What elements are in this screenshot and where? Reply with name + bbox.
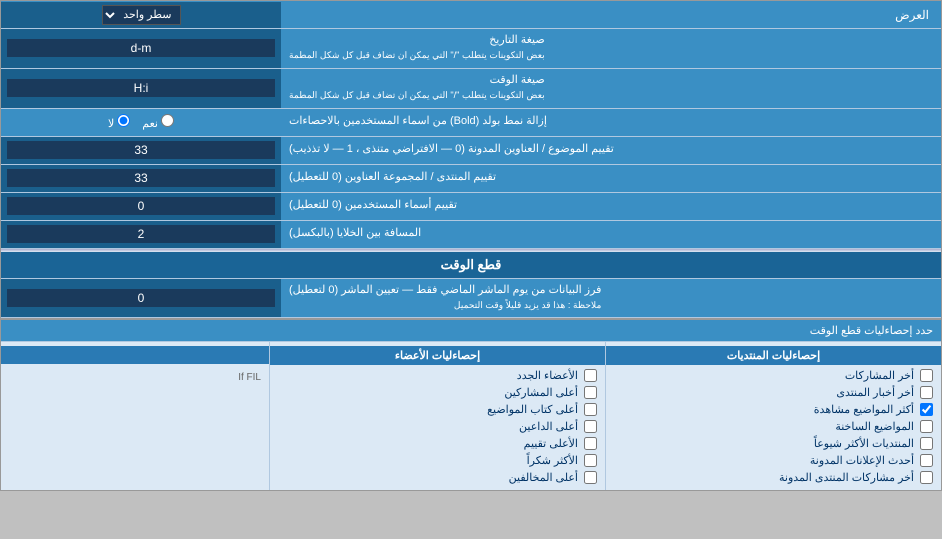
checkbox-top-inviters[interactable] xyxy=(584,420,597,433)
display-mode-row: العرض سطر واحد سطرين مضغوط xyxy=(1,1,941,29)
date-format-row: صيغة التاريخبعض التكوينات يتطلب "/" التي… xyxy=(1,29,941,69)
display-mode-input-cell: سطر واحد سطرين مضغوط xyxy=(1,2,281,28)
list-item: الأعضاء الجدد xyxy=(270,367,605,384)
date-format-label: صيغة التاريخبعض التكوينات يتطلب "/" التي… xyxy=(281,29,941,68)
main-container: العرض سطر واحد سطرين مضغوط صيغة التاريخب… xyxy=(0,0,942,491)
time-cut-input-cell: 0 xyxy=(1,279,281,318)
bottom-text-note: If FIL xyxy=(1,366,269,389)
bold-yes-radio[interactable] xyxy=(161,114,174,127)
bold-no-radio[interactable] xyxy=(117,114,130,127)
sort-forums-input-cell: 33 xyxy=(1,165,281,192)
gap-label: المسافة بين الخلايا (بالبكسل) xyxy=(281,221,941,248)
date-format-input[interactable]: d-m xyxy=(7,39,275,57)
stats-col-members: إحصاءليات الأعضاء الأعضاء الجدد أعلى الم… xyxy=(269,342,605,490)
checkbox-most-viewed[interactable] xyxy=(920,403,933,416)
checkbox-top-rated[interactable] xyxy=(584,437,597,450)
stats-columns: إحصاءليات المنتديات أخر المشاركات أخر أخ… xyxy=(1,342,941,490)
checkbox-top-posters[interactable] xyxy=(584,386,597,399)
sort-topics-row: تقييم الموضوع / العناوين المدونة (0 — ال… xyxy=(1,137,941,165)
sort-topics-input-cell: 33 xyxy=(1,137,281,164)
list-item: أعلى المشاركين xyxy=(270,384,605,401)
sort-users-input-cell: 0 xyxy=(1,193,281,220)
list-item: أعلى كتاب المواضيع xyxy=(270,401,605,418)
list-item: أعلى الداعين xyxy=(270,418,605,435)
gap-input[interactable]: 2 xyxy=(7,225,275,243)
checkbox-last-news[interactable] xyxy=(920,386,933,399)
checkbox-new-members[interactable] xyxy=(584,369,597,382)
bold-row: إزالة نمط بولد (Bold) من اسماء المستخدمي… xyxy=(1,109,941,137)
stats-col-empty: If FIL xyxy=(1,342,269,490)
bold-no-label[interactable]: لا xyxy=(108,114,130,130)
time-format-input[interactable]: H:i xyxy=(7,79,275,97)
list-item: أكثر المواضيع مشاهدة xyxy=(606,401,941,418)
time-cut-input[interactable]: 0 xyxy=(7,289,275,307)
time-cut-label: فرز البيانات من يوم الماشر الماضي فقط — … xyxy=(281,279,941,318)
time-cut-row: فرز البيانات من يوم الماشر الماضي فقط — … xyxy=(1,279,941,319)
list-item: أخر أخبار المنتدى xyxy=(606,384,941,401)
sort-forums-label: تقييم المنتدى / المجموعة العناوين (0 للت… xyxy=(281,165,941,192)
stats-section: حدد إحصاءليات قطع الوقت إحصاءليات المنتد… xyxy=(1,318,941,490)
stats-header: حدد إحصاءليات قطع الوقت xyxy=(1,320,941,342)
list-item: المنتديات الأكثر شيوعاً xyxy=(606,435,941,452)
checkbox-last-posts[interactable] xyxy=(920,369,933,382)
sort-forums-input[interactable]: 33 xyxy=(7,169,275,187)
checkbox-popular-forums[interactable] xyxy=(920,437,933,450)
checkbox-top-violators[interactable] xyxy=(584,471,597,484)
bold-radio-cell: نعم لا xyxy=(1,109,281,136)
list-item: أخر المشاركات xyxy=(606,367,941,384)
list-item: الأكثر شكراً xyxy=(270,452,605,469)
checkbox-last-forum-posts[interactable] xyxy=(920,471,933,484)
time-format-input-cell: H:i xyxy=(1,69,281,108)
list-item: أحدث الإعلانات المدونة xyxy=(606,452,941,469)
time-format-row: صيغة الوقتبعض التكوينات يتطلب "/" التي ي… xyxy=(1,69,941,109)
gap-input-cell: 2 xyxy=(1,221,281,248)
display-mode-label: العرض xyxy=(281,4,941,26)
list-item: أخر مشاركات المنتدى المدونة xyxy=(606,469,941,486)
gap-row: المسافة بين الخلايا (بالبكسل) 2 xyxy=(1,221,941,249)
sort-users-input[interactable]: 0 xyxy=(7,197,275,215)
checkbox-hot-topics[interactable] xyxy=(920,420,933,433)
sort-forums-row: تقييم المنتدى / المجموعة العناوين (0 للت… xyxy=(1,165,941,193)
time-format-label: صيغة الوقتبعض التكوينات يتطلب "/" التي ي… xyxy=(281,69,941,108)
sort-topics-input[interactable]: 33 xyxy=(7,141,275,159)
checkbox-latest-announcements[interactable] xyxy=(920,454,933,467)
posts-col-header: إحصاءليات المنتديات xyxy=(606,346,941,365)
display-mode-select[interactable]: سطر واحد سطرين مضغوط xyxy=(102,5,181,25)
sort-users-label: تقييم أسماء المستخدمين (0 للتعطيل) xyxy=(281,193,941,220)
checkbox-top-topic-writers[interactable] xyxy=(584,403,597,416)
list-item: أعلى المخالفين xyxy=(270,469,605,486)
date-format-input-cell: d-m xyxy=(1,29,281,68)
sort-users-row: تقييم أسماء المستخدمين (0 للتعطيل) 0 xyxy=(1,193,941,221)
bold-label: إزالة نمط بولد (Bold) من اسماء المستخدمي… xyxy=(281,109,941,136)
members-col-header: إحصاءليات الأعضاء xyxy=(270,346,605,365)
sort-topics-label: تقييم الموضوع / العناوين المدونة (0 — ال… xyxy=(281,137,941,164)
list-item: المواضيع الساخنة xyxy=(606,418,941,435)
bold-yes-label[interactable]: نعم xyxy=(142,114,174,130)
checkbox-most-thanked[interactable] xyxy=(584,454,597,467)
stats-col-posts: إحصاءليات المنتديات أخر المشاركات أخر أخ… xyxy=(605,342,941,490)
list-item: الأعلى تقييم xyxy=(270,435,605,452)
time-cut-header: قطع الوقت xyxy=(1,252,941,279)
empty-col-header xyxy=(1,346,269,364)
